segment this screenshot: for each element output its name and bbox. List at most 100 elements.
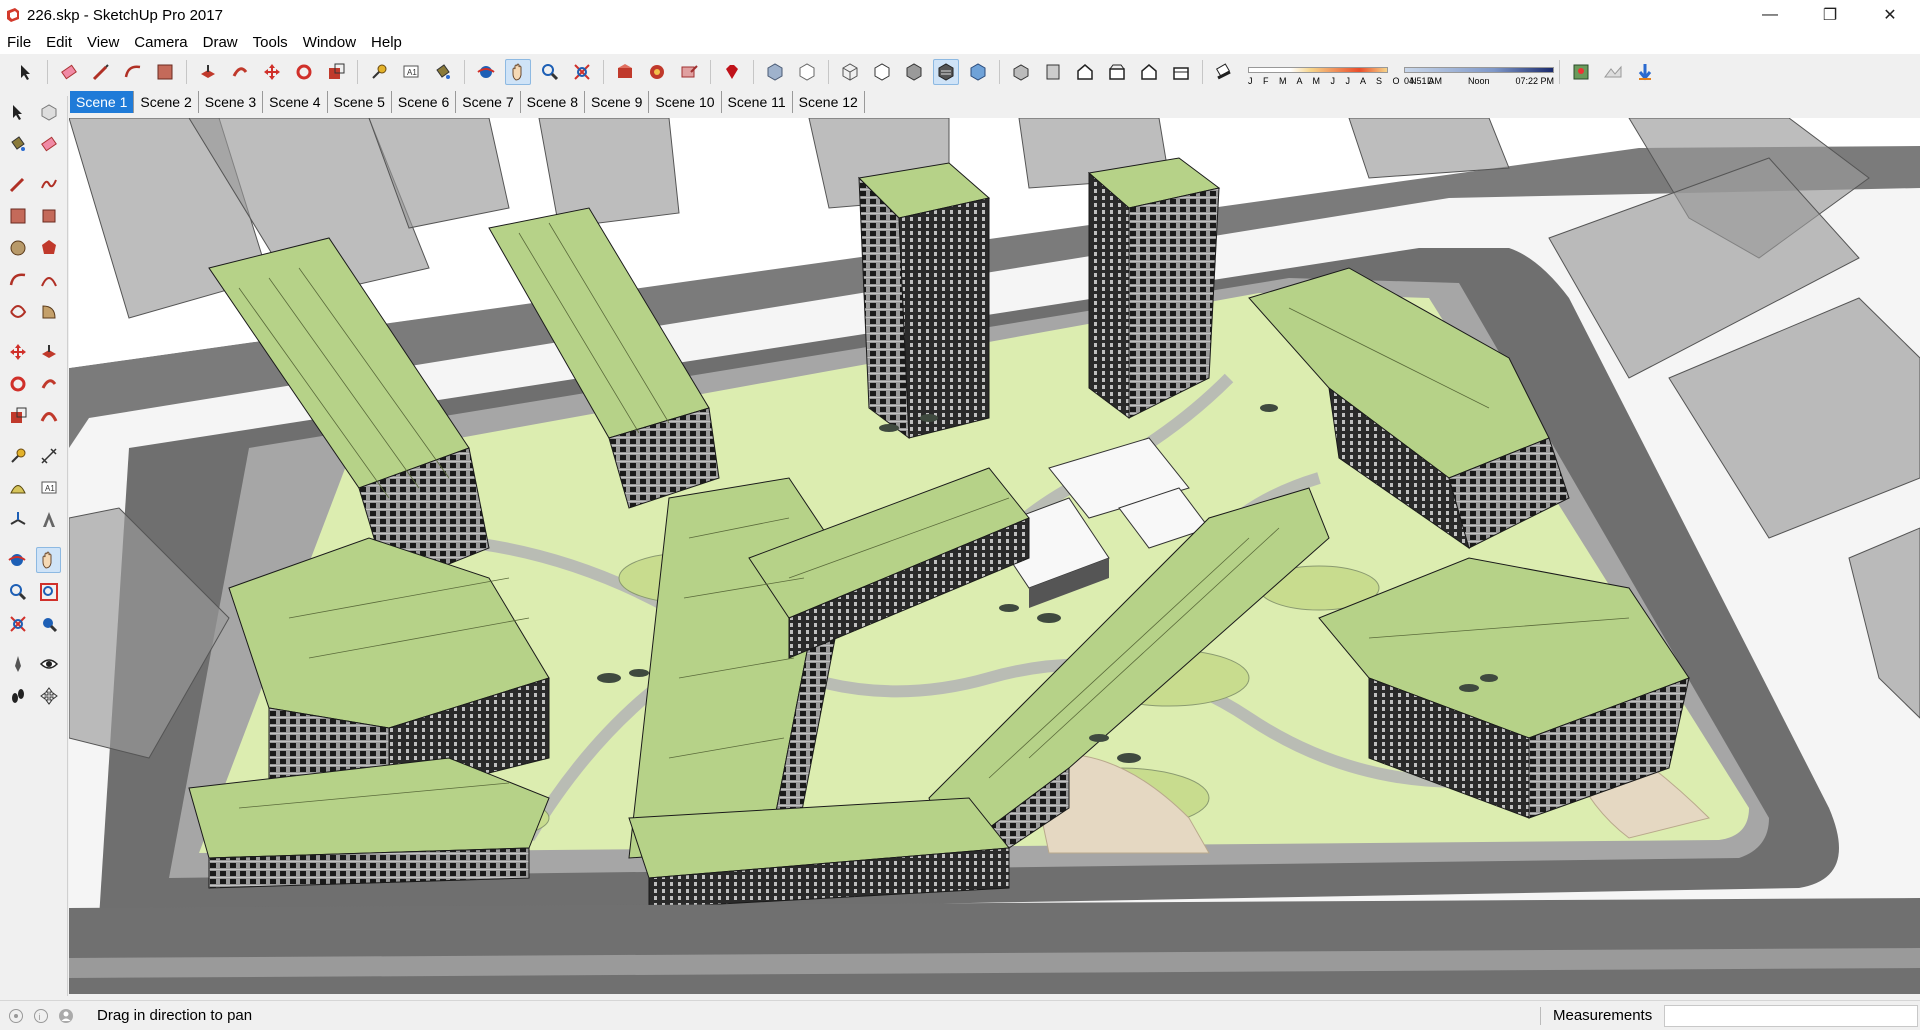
minimize-button[interactable]: — bbox=[1740, 0, 1800, 30]
section-plane-tool-icon[interactable] bbox=[36, 683, 61, 709]
hidden-line-style-icon[interactable] bbox=[869, 59, 895, 85]
select-tool-icon[interactable] bbox=[13, 59, 39, 85]
paint-bucket-tool-icon[interactable] bbox=[5, 131, 30, 157]
arc-tool-icon[interactable] bbox=[120, 59, 146, 85]
pan-tool-icon[interactable] bbox=[35, 547, 61, 573]
menu-camera[interactable]: Camera bbox=[127, 34, 195, 51]
menu-file[interactable]: File bbox=[0, 34, 39, 51]
iso-view-icon[interactable] bbox=[1008, 59, 1034, 85]
menu-window[interactable]: Window bbox=[296, 34, 364, 51]
follow-me-tool-icon[interactable] bbox=[36, 371, 61, 397]
add-location-icon[interactable] bbox=[1568, 59, 1594, 85]
shadow-time-slider[interactable]: 04:51 AM Noon 07:22 PM bbox=[1404, 67, 1554, 86]
top-view-icon[interactable] bbox=[1040, 59, 1066, 85]
tab-scene-2[interactable]: Scene 2 bbox=[134, 91, 199, 113]
text-tool-icon[interactable]: A1 bbox=[398, 59, 424, 85]
rotate-tool-icon[interactable] bbox=[5, 371, 30, 397]
position-camera-tool-icon[interactable] bbox=[5, 651, 30, 677]
tape-measure-tool-icon[interactable] bbox=[5, 443, 30, 469]
move-tool-icon[interactable] bbox=[5, 339, 30, 365]
back-edges-style-icon[interactable] bbox=[794, 59, 820, 85]
orbit-tool-icon[interactable] bbox=[5, 547, 30, 573]
tab-scene-9[interactable]: Scene 9 bbox=[585, 91, 650, 113]
tape-measure-tool-icon[interactable] bbox=[366, 59, 392, 85]
scale-tool-icon[interactable] bbox=[323, 59, 349, 85]
previous-view-icon[interactable] bbox=[36, 611, 61, 637]
rotated-rectangle-tool-icon[interactable] bbox=[36, 203, 61, 229]
zoom-extents-tool-icon[interactable] bbox=[569, 59, 595, 85]
shaded-style-icon[interactable] bbox=[901, 59, 927, 85]
wireframe-style-icon[interactable] bbox=[837, 59, 863, 85]
model-viewport[interactable] bbox=[69, 118, 1920, 994]
tab-scene-4[interactable]: Scene 4 bbox=[263, 91, 328, 113]
paint-bucket-tool-icon[interactable] bbox=[430, 59, 456, 85]
circle-tool-icon[interactable] bbox=[5, 235, 30, 261]
pie-tool-icon[interactable] bbox=[36, 299, 61, 325]
tab-scene-10[interactable]: Scene 10 bbox=[649, 91, 722, 113]
freehand-tool-icon[interactable] bbox=[36, 171, 61, 197]
shadow-settings-icon[interactable] bbox=[1211, 59, 1237, 85]
polygon-tool-icon[interactable] bbox=[36, 235, 61, 261]
arc-tool-icon[interactable] bbox=[5, 267, 30, 293]
offset-tool-icon[interactable] bbox=[36, 403, 61, 429]
push-pull-tool-icon[interactable] bbox=[36, 339, 61, 365]
monochrome-style-icon[interactable] bbox=[965, 59, 991, 85]
restore-button[interactable]: ❐ bbox=[1800, 0, 1860, 30]
user-account-icon[interactable] bbox=[57, 1007, 75, 1025]
3d-warehouse-icon[interactable] bbox=[612, 59, 638, 85]
menu-tools[interactable]: Tools bbox=[246, 34, 296, 51]
ruby-console-icon[interactable] bbox=[719, 59, 745, 85]
follow-me-tool-icon[interactable] bbox=[227, 59, 253, 85]
line-tool-icon[interactable] bbox=[5, 171, 30, 197]
tab-scene-6[interactable]: Scene 6 bbox=[391, 91, 457, 113]
measurements-input[interactable] bbox=[1664, 1005, 1918, 1027]
extension-warehouse-icon[interactable] bbox=[644, 59, 670, 85]
scale-tool-icon[interactable] bbox=[5, 403, 30, 429]
photo-textures-icon[interactable] bbox=[1632, 59, 1658, 85]
back-view-icon[interactable] bbox=[1136, 59, 1162, 85]
xray-style-icon[interactable] bbox=[762, 59, 788, 85]
front-view-icon[interactable] bbox=[1072, 59, 1098, 85]
zoom-window-tool-icon[interactable] bbox=[36, 579, 61, 605]
rotate-tool-icon[interactable] bbox=[291, 59, 317, 85]
tab-scene-5[interactable]: Scene 5 bbox=[327, 91, 392, 113]
orbit-tool-icon[interactable] bbox=[473, 59, 499, 85]
tab-scene-1[interactable]: Scene 1 bbox=[70, 91, 135, 113]
rectangle-tool-icon[interactable] bbox=[152, 59, 178, 85]
zoom-tool-icon[interactable] bbox=[537, 59, 563, 85]
credits-icon[interactable]: i bbox=[32, 1007, 50, 1025]
look-around-tool-icon[interactable] bbox=[36, 651, 61, 677]
zoom-tool-icon[interactable] bbox=[5, 579, 30, 605]
shaded-textures-style-icon[interactable] bbox=[933, 59, 959, 85]
3d-text-tool-icon[interactable] bbox=[36, 507, 61, 533]
protractor-tool-icon[interactable] bbox=[5, 475, 30, 501]
push-pull-tool-icon[interactable] bbox=[195, 59, 221, 85]
line-tool-icon[interactable] bbox=[88, 59, 114, 85]
close-button[interactable]: ✕ bbox=[1860, 0, 1920, 30]
three-point-arc-tool-icon[interactable] bbox=[5, 299, 30, 325]
text-tool-icon[interactable]: A1 bbox=[36, 475, 61, 501]
menu-edit[interactable]: Edit bbox=[39, 34, 80, 51]
two-point-arc-tool-icon[interactable] bbox=[36, 267, 61, 293]
tab-scene-7[interactable]: Scene 7 bbox=[456, 91, 521, 113]
zoom-extents-tool-icon[interactable] bbox=[5, 611, 30, 637]
geo-location-icon[interactable] bbox=[7, 1007, 25, 1025]
tab-scene-3[interactable]: Scene 3 bbox=[198, 91, 264, 113]
eraser-tool-icon[interactable] bbox=[36, 131, 61, 157]
axes-tool-icon[interactable] bbox=[5, 507, 30, 533]
tab-scene-8[interactable]: Scene 8 bbox=[520, 91, 585, 113]
right-view-icon[interactable] bbox=[1104, 59, 1130, 85]
move-tool-icon[interactable] bbox=[259, 59, 285, 85]
menu-view[interactable]: View bbox=[80, 34, 127, 51]
share-model-icon[interactable] bbox=[676, 59, 702, 85]
make-component-icon[interactable] bbox=[36, 99, 61, 125]
menu-help[interactable]: Help bbox=[364, 34, 410, 51]
left-view-icon[interactable] bbox=[1168, 59, 1194, 85]
menu-draw[interactable]: Draw bbox=[196, 34, 246, 51]
toggle-terrain-icon[interactable] bbox=[1600, 59, 1626, 85]
select-tool-icon[interactable] bbox=[5, 99, 30, 125]
eraser-tool-icon[interactable] bbox=[56, 59, 82, 85]
dimension-tool-icon[interactable] bbox=[36, 443, 61, 469]
tab-scene-11[interactable]: Scene 11 bbox=[721, 91, 793, 113]
tab-scene-12[interactable]: Scene 12 bbox=[792, 91, 865, 113]
